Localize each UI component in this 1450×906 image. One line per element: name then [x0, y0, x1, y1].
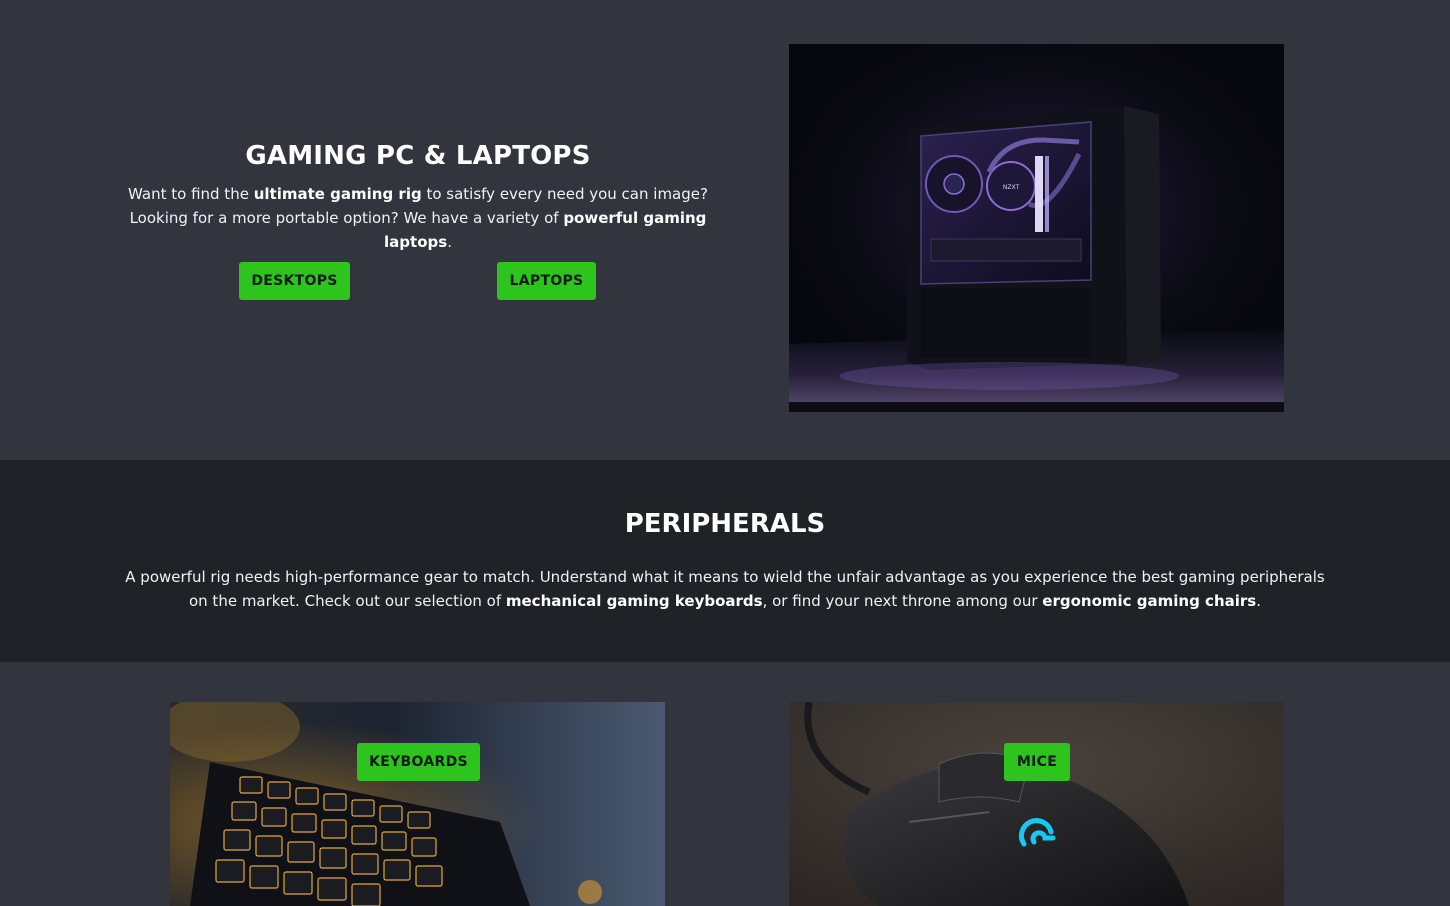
desktops-button[interactable]: DESKTOPS [239, 262, 350, 300]
laptops-button[interactable]: LAPTOPS [497, 262, 596, 300]
keyboard-photo-icon [170, 702, 665, 906]
keyboards-tile[interactable]: KEYBOARDS [170, 702, 665, 906]
mechanical-gaming-keyboards-link[interactable]: mechanical gaming keyboards [506, 592, 763, 610]
hero-text-block: GAMING PC & LAPTOPS Want to find the ult… [100, 138, 736, 254]
hero-desc-text: . [447, 233, 452, 251]
ergonomic-gaming-chairs-link[interactable]: ergonomic gaming chairs [1042, 592, 1256, 610]
mouse-photo-icon [789, 702, 1284, 906]
peripherals-desc-text: , or find your next throne among our [762, 592, 1043, 610]
peripherals-title: PERIPHERALS [624, 509, 826, 539]
hero-description: Want to find the ultimate gaming rig to … [100, 182, 736, 254]
mice-button[interactable]: MICE [1004, 743, 1070, 781]
hero-desc-text: Want to find the [128, 185, 254, 203]
mice-tile[interactable]: MICE [789, 702, 1284, 906]
peripherals-desc-text: . [1256, 592, 1261, 610]
gaming-pc-photo-icon: NZXT [789, 44, 1284, 412]
ultimate-gaming-rig-link[interactable]: ultimate gaming rig [254, 185, 422, 203]
case-logo: NZXT [1003, 184, 1020, 191]
keyboards-button[interactable]: KEYBOARDS [357, 743, 480, 781]
peripherals-description: A powerful rig needs high-performance ge… [125, 565, 1325, 613]
peripherals-section: PERIPHERALS A powerful rig needs high-pe… [0, 460, 1450, 662]
hero-title: GAMING PC & LAPTOPS [245, 141, 591, 171]
gaming-pc-laptops-section: GAMING PC & LAPTOPS Want to find the ult… [0, 0, 1450, 460]
